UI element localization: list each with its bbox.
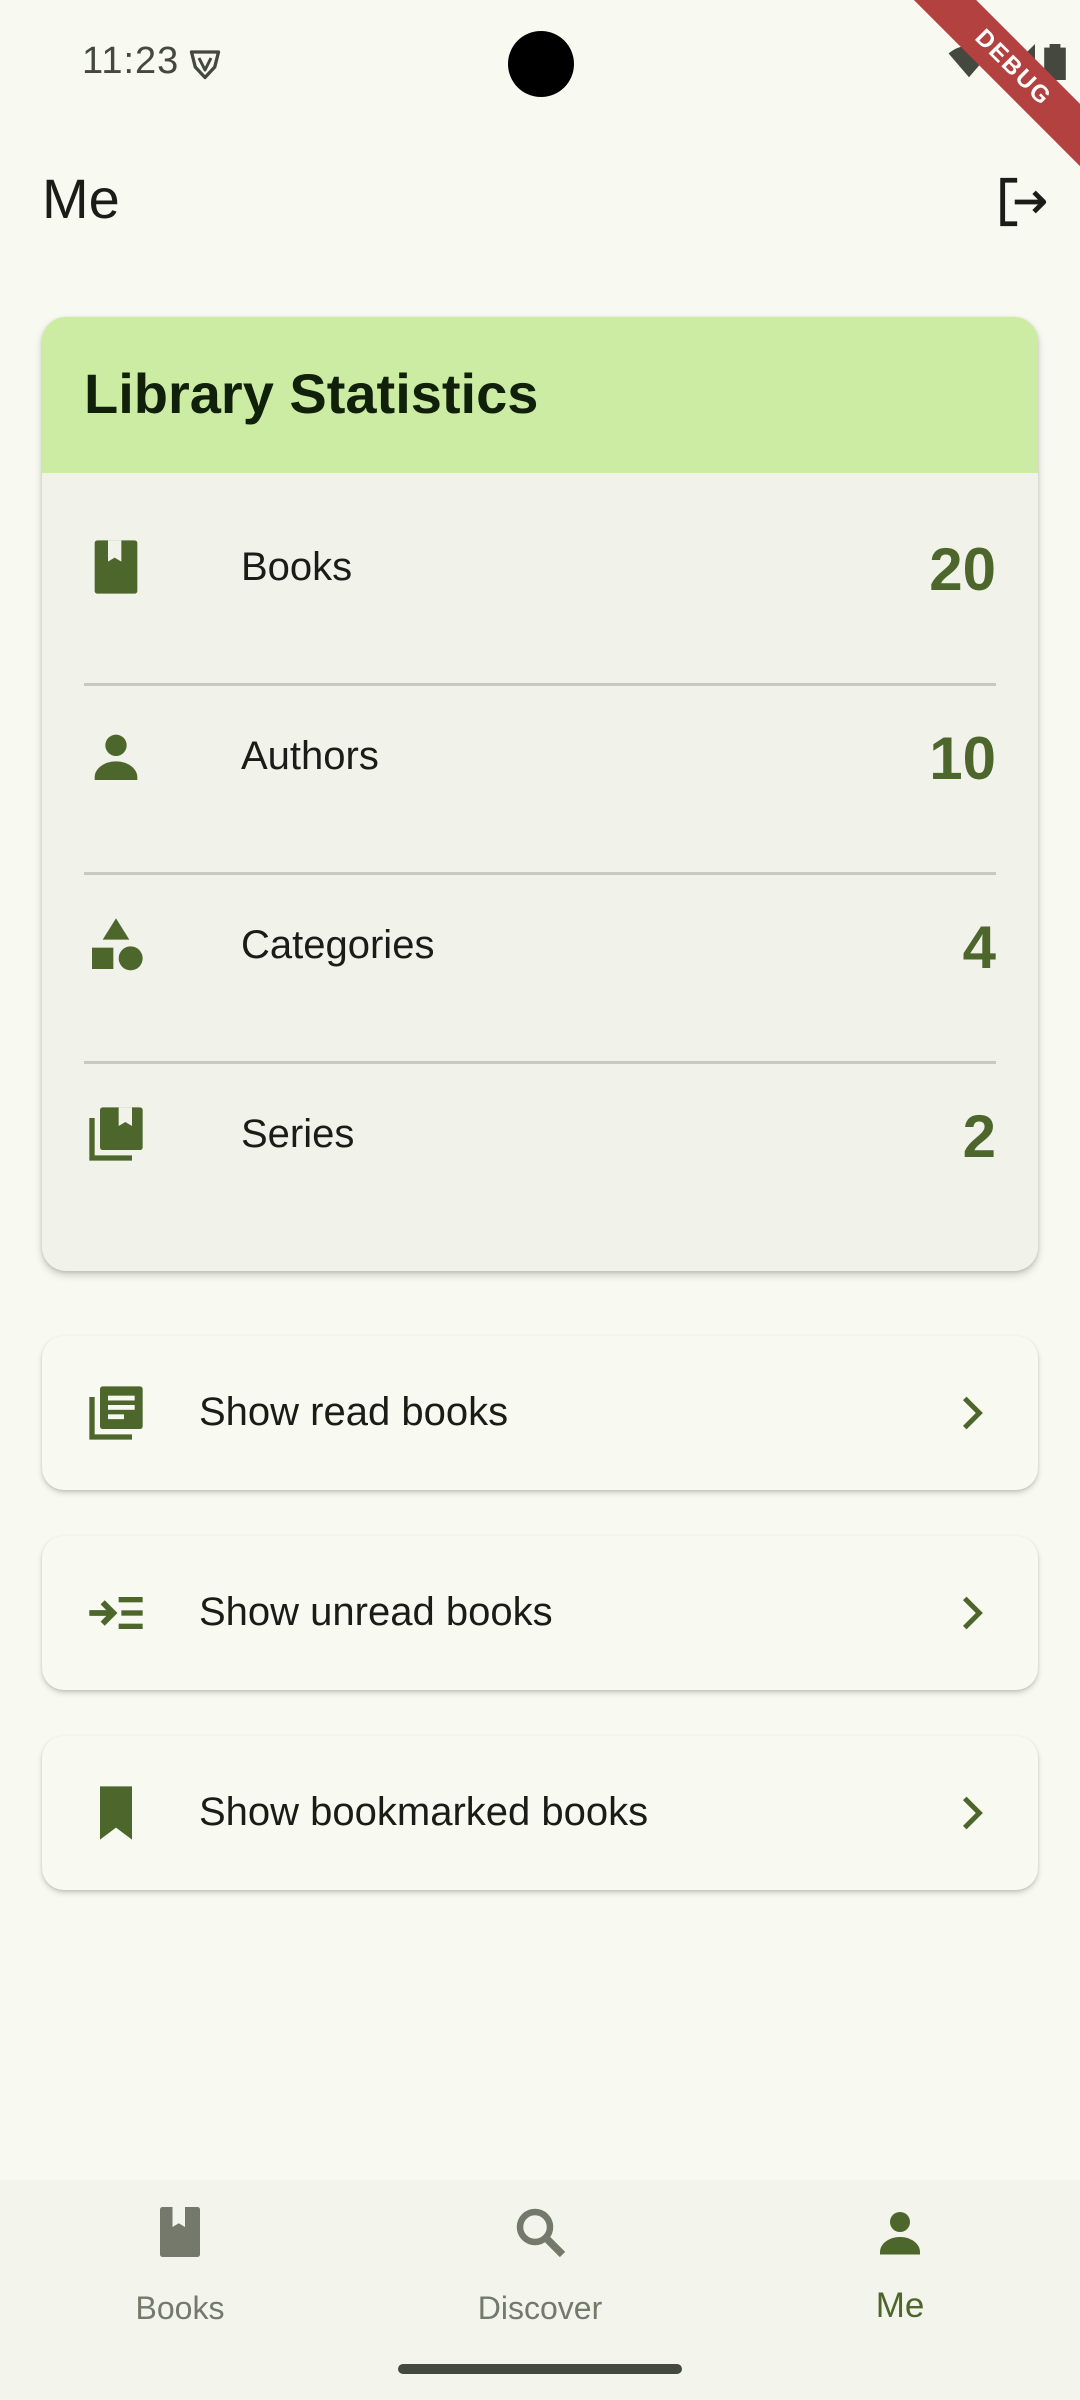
library-statistics-header: Library Statistics bbox=[42, 317, 1038, 473]
library-books-icon bbox=[84, 1102, 148, 1166]
stat-row-categories: Categories 4 bbox=[84, 851, 996, 1039]
person-icon bbox=[84, 724, 148, 788]
camera-cutout bbox=[508, 31, 574, 97]
vpn-shield-icon bbox=[186, 46, 224, 82]
show-read-books-button[interactable]: Show read books bbox=[42, 1336, 1038, 1490]
library-statistics-card: Library Statistics Books 20 Authors 10 C… bbox=[42, 317, 1038, 1271]
nav-item-books[interactable]: Books bbox=[0, 2180, 360, 2380]
category-shapes-icon bbox=[84, 913, 148, 977]
person-icon bbox=[870, 2202, 930, 2262]
chevron-right-icon bbox=[946, 1588, 996, 1638]
stat-row-series: Series 2 bbox=[84, 1040, 996, 1228]
home-indicator[interactable] bbox=[398, 2364, 682, 2374]
nav-label-discover: Discover bbox=[477, 2290, 603, 2326]
show-unread-books-label: Show unread books bbox=[199, 1590, 553, 1634]
stat-label-authors: Authors bbox=[241, 734, 379, 778]
logout-icon bbox=[993, 173, 1051, 231]
stat-row-authors: Authors 10 bbox=[84, 662, 996, 850]
chevron-right-icon bbox=[946, 1788, 996, 1838]
read-list-icon bbox=[84, 1381, 148, 1445]
show-unread-books-button[interactable]: Show unread books bbox=[42, 1536, 1038, 1690]
stat-value-books: 20 bbox=[929, 536, 996, 603]
book-icon bbox=[150, 2202, 210, 2262]
unread-list-icon bbox=[84, 1581, 148, 1645]
chevron-right-icon bbox=[946, 1388, 996, 1438]
nav-label-books: Books bbox=[135, 2290, 225, 2326]
nav-item-me[interactable]: Me bbox=[720, 2180, 1080, 2380]
stat-row-books: Books 20 bbox=[84, 473, 996, 661]
stat-value-series: 2 bbox=[962, 1103, 996, 1170]
stat-value-authors: 10 bbox=[929, 725, 996, 792]
stat-label-categories: Categories bbox=[241, 923, 435, 967]
stat-label-series: Series bbox=[241, 1112, 355, 1156]
nav-item-discover[interactable]: Discover bbox=[360, 2180, 720, 2380]
app-bar: Me bbox=[0, 140, 1080, 260]
stat-label-books: Books bbox=[241, 545, 353, 589]
show-read-books-label: Show read books bbox=[199, 1390, 509, 1434]
page-title: Me bbox=[42, 167, 120, 230]
nav-label-me: Me bbox=[875, 2286, 925, 2325]
book-icon bbox=[84, 535, 148, 599]
status-time: 11:23 bbox=[82, 40, 180, 82]
logout-button[interactable] bbox=[990, 170, 1054, 234]
search-icon bbox=[510, 2202, 570, 2262]
stat-value-categories: 4 bbox=[962, 914, 996, 981]
status-bar: 11:23 DEBUG bbox=[0, 0, 1080, 172]
bookmark-icon bbox=[84, 1781, 148, 1845]
library-statistics-title: Library Statistics bbox=[84, 362, 539, 425]
show-bookmarked-books-label: Show bookmarked books bbox=[199, 1790, 649, 1834]
show-bookmarked-books-button[interactable]: Show bookmarked books bbox=[42, 1736, 1038, 1890]
